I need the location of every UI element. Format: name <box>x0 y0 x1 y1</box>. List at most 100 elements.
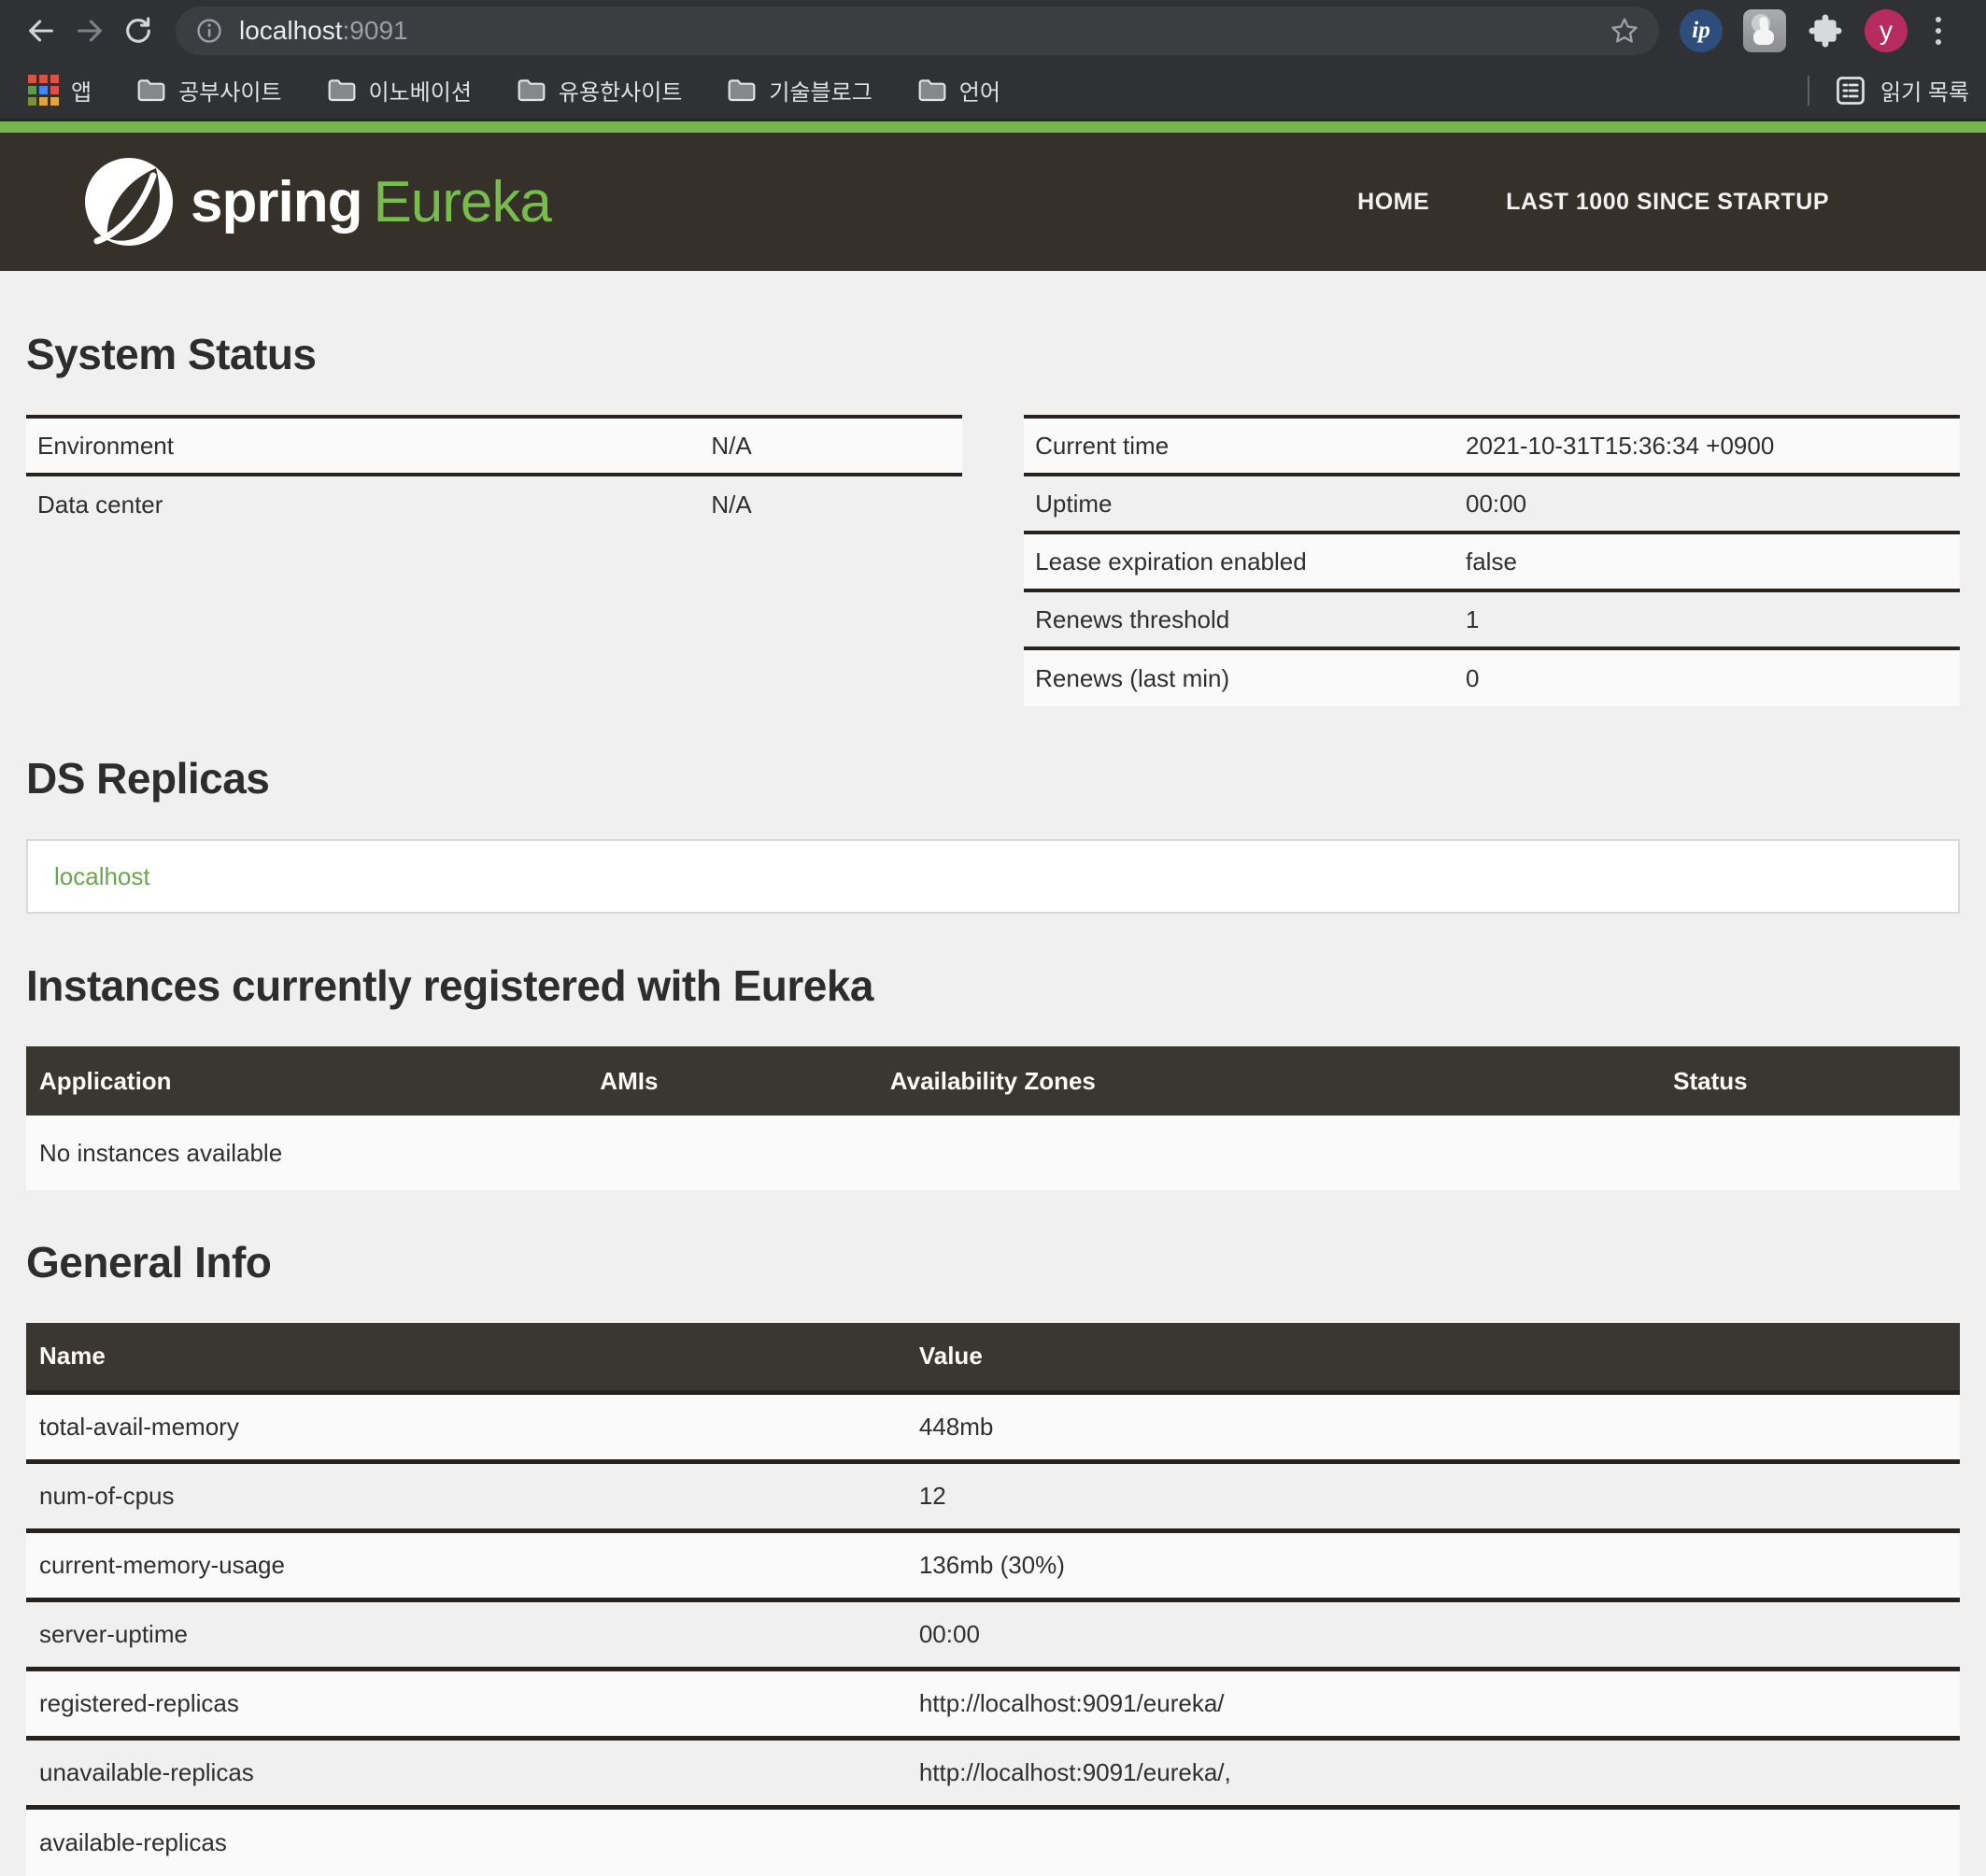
back-button[interactable] <box>17 7 65 55</box>
eureka-navbar: springEureka HOME LAST 1000 SINCE STARTU… <box>0 133 1986 271</box>
folder-icon <box>327 78 357 104</box>
profile-avatar[interactable]: y <box>1865 9 1908 52</box>
table-row: current-memory-usage 136mb (30%) <box>26 1530 1960 1599</box>
replica-link-localhost[interactable]: localhost <box>54 862 150 891</box>
table-row: total-avail-memory 448mb <box>26 1392 1960 1461</box>
folder-icon <box>136 78 166 104</box>
bookmarks-bar: 앱 공부사이트 이노베이션 유용한사이트 기술블로그 언어 <box>0 62 1986 121</box>
forward-button[interactable] <box>65 7 114 55</box>
bookmark-star-icon[interactable] <box>1609 15 1640 47</box>
info-value: 136mb (30%) <box>906 1530 1960 1599</box>
table-row: Environment N/A <box>26 417 962 475</box>
bookmark-folder-label: 언어 <box>959 74 1000 107</box>
browser-chrome: localhost:9091 ip y <box>0 0 1986 121</box>
col-status: Status <box>1660 1046 1960 1116</box>
table-row: registered-replicas http://localhost:909… <box>26 1669 1960 1738</box>
reload-button[interactable] <box>114 7 163 55</box>
status-label: Lease expiration enabled <box>1024 533 1454 590</box>
info-value: 12 <box>906 1461 1960 1530</box>
bookmark-folder-label: 공부사이트 <box>178 74 281 107</box>
ds-replicas-box: localhost <box>26 839 1960 914</box>
bookmark-folder-innovation[interactable]: 이노베이션 <box>327 74 472 107</box>
spring-eureka-logo[interactable]: springEureka <box>82 155 551 249</box>
system-status-left-table: Environment N/A Data center N/A <box>26 415 962 533</box>
system-status-right-table: Current time 2021-10-31T15:36:34 +0900 U… <box>1024 415 1960 706</box>
status-label: Environment <box>26 417 700 475</box>
apps-grid-icon <box>28 75 59 106</box>
page-content: System Status Environment N/A Data cente… <box>0 329 1986 1876</box>
bookmarks-divider <box>1808 76 1809 106</box>
instances-title: Instances currently registered with Eure… <box>26 960 1960 1011</box>
pointer-fist <box>1753 30 1774 45</box>
site-info-icon[interactable] <box>194 16 224 46</box>
bookmark-folder-language[interactable]: 언어 <box>917 74 1000 107</box>
bookmark-folder-techblog[interactable]: 기술블로그 <box>727 74 872 107</box>
info-name: current-memory-usage <box>26 1530 906 1599</box>
info-value: 448mb <box>906 1392 1960 1461</box>
pointer-extension-icon[interactable] <box>1743 9 1786 52</box>
nav-link-home[interactable]: HOME <box>1357 189 1429 216</box>
info-name: num-of-cpus <box>26 1461 906 1530</box>
extensions-area: ip y <box>1680 9 1949 52</box>
info-name: available-replicas <box>26 1807 906 1876</box>
reading-list-label: 읽기 목록 <box>1880 74 1969 107</box>
url-host: localhost <box>239 16 343 45</box>
address-bar[interactable]: localhost:9091 <box>176 7 1659 55</box>
table-row: Current time 2021-10-31T15:36:34 +0900 <box>1024 417 1960 475</box>
browser-menu-icon[interactable] <box>1928 17 1949 45</box>
bookmark-apps[interactable]: 앱 <box>28 74 92 107</box>
no-instances-message: No instances available <box>26 1116 1960 1190</box>
reading-list-button[interactable]: 읽기 목록 <box>1808 74 1969 107</box>
table-row: Uptime 00:00 <box>1024 475 1960 533</box>
status-label: Renews (last min) <box>1024 648 1454 706</box>
table-row: Data center N/A <box>26 475 962 533</box>
status-value: 2021-10-31T15:36:34 +0900 <box>1454 417 1960 475</box>
system-status-tables: Environment N/A Data center N/A Current … <box>26 415 1960 706</box>
table-row: unavailable-replicas http://localhost:90… <box>26 1738 1960 1807</box>
status-value: 00:00 <box>1454 475 1960 533</box>
reading-list-icon <box>1834 74 1867 107</box>
brand-spring: spring <box>191 170 362 234</box>
bookmark-folder-study[interactable]: 공부사이트 <box>136 74 281 107</box>
bookmark-folder-useful[interactable]: 유용한사이트 <box>517 74 682 107</box>
navbar-links: HOME LAST 1000 SINCE STARTUP <box>1357 189 1829 216</box>
col-availability-zones: Availability Zones <box>877 1046 1660 1116</box>
ip-extension-icon[interactable]: ip <box>1680 9 1723 52</box>
bookmark-apps-label: 앱 <box>71 74 92 107</box>
url-text[interactable]: localhost:9091 <box>239 16 1609 46</box>
table-header-row: Application AMIs Availability Zones Stat… <box>26 1046 1960 1116</box>
table-row: num-of-cpus 12 <box>26 1461 1960 1530</box>
status-value: N/A <box>700 475 962 533</box>
table-row: Renews threshold 1 <box>1024 590 1960 648</box>
system-status-title: System Status <box>26 329 1960 379</box>
bookmark-folder-label: 이노베이션 <box>369 74 472 107</box>
status-value: false <box>1454 533 1960 590</box>
folder-icon <box>727 78 757 104</box>
info-value: http://localhost:9091/eureka/ <box>906 1669 1960 1738</box>
forward-arrow-icon <box>74 15 106 47</box>
general-info-table: Name Value total-avail-memory 448mb num-… <box>26 1323 1960 1876</box>
table-row: server-uptime 00:00 <box>26 1599 1960 1669</box>
status-value: 0 <box>1454 648 1960 706</box>
status-label: Data center <box>26 475 700 533</box>
spring-leaf-icon <box>82 155 176 249</box>
green-accent-stripe <box>0 121 1986 133</box>
table-header-row: Name Value <box>26 1323 1960 1392</box>
table-row: Renews (last min) 0 <box>1024 648 1960 706</box>
info-value: http://localhost:9091/eureka/, <box>906 1738 1960 1807</box>
col-value: Value <box>906 1323 1960 1392</box>
status-label: Uptime <box>1024 475 1454 533</box>
puzzle-extensions-icon[interactable] <box>1807 12 1844 50</box>
status-value: 1 <box>1454 590 1960 648</box>
nav-link-last-1000[interactable]: LAST 1000 SINCE STARTUP <box>1506 189 1829 216</box>
status-label: Current time <box>1024 417 1454 475</box>
info-value: 00:00 <box>906 1599 1960 1669</box>
reload-icon <box>122 15 154 47</box>
bookmark-folder-label: 기술블로그 <box>769 74 872 107</box>
col-name: Name <box>26 1323 906 1392</box>
ds-replicas-title: DS Replicas <box>26 753 1960 803</box>
instances-table: Application AMIs Availability Zones Stat… <box>26 1046 1960 1190</box>
info-name: unavailable-replicas <box>26 1738 906 1807</box>
col-application: Application <box>26 1046 587 1116</box>
brand-wordmark: springEureka <box>191 169 551 235</box>
